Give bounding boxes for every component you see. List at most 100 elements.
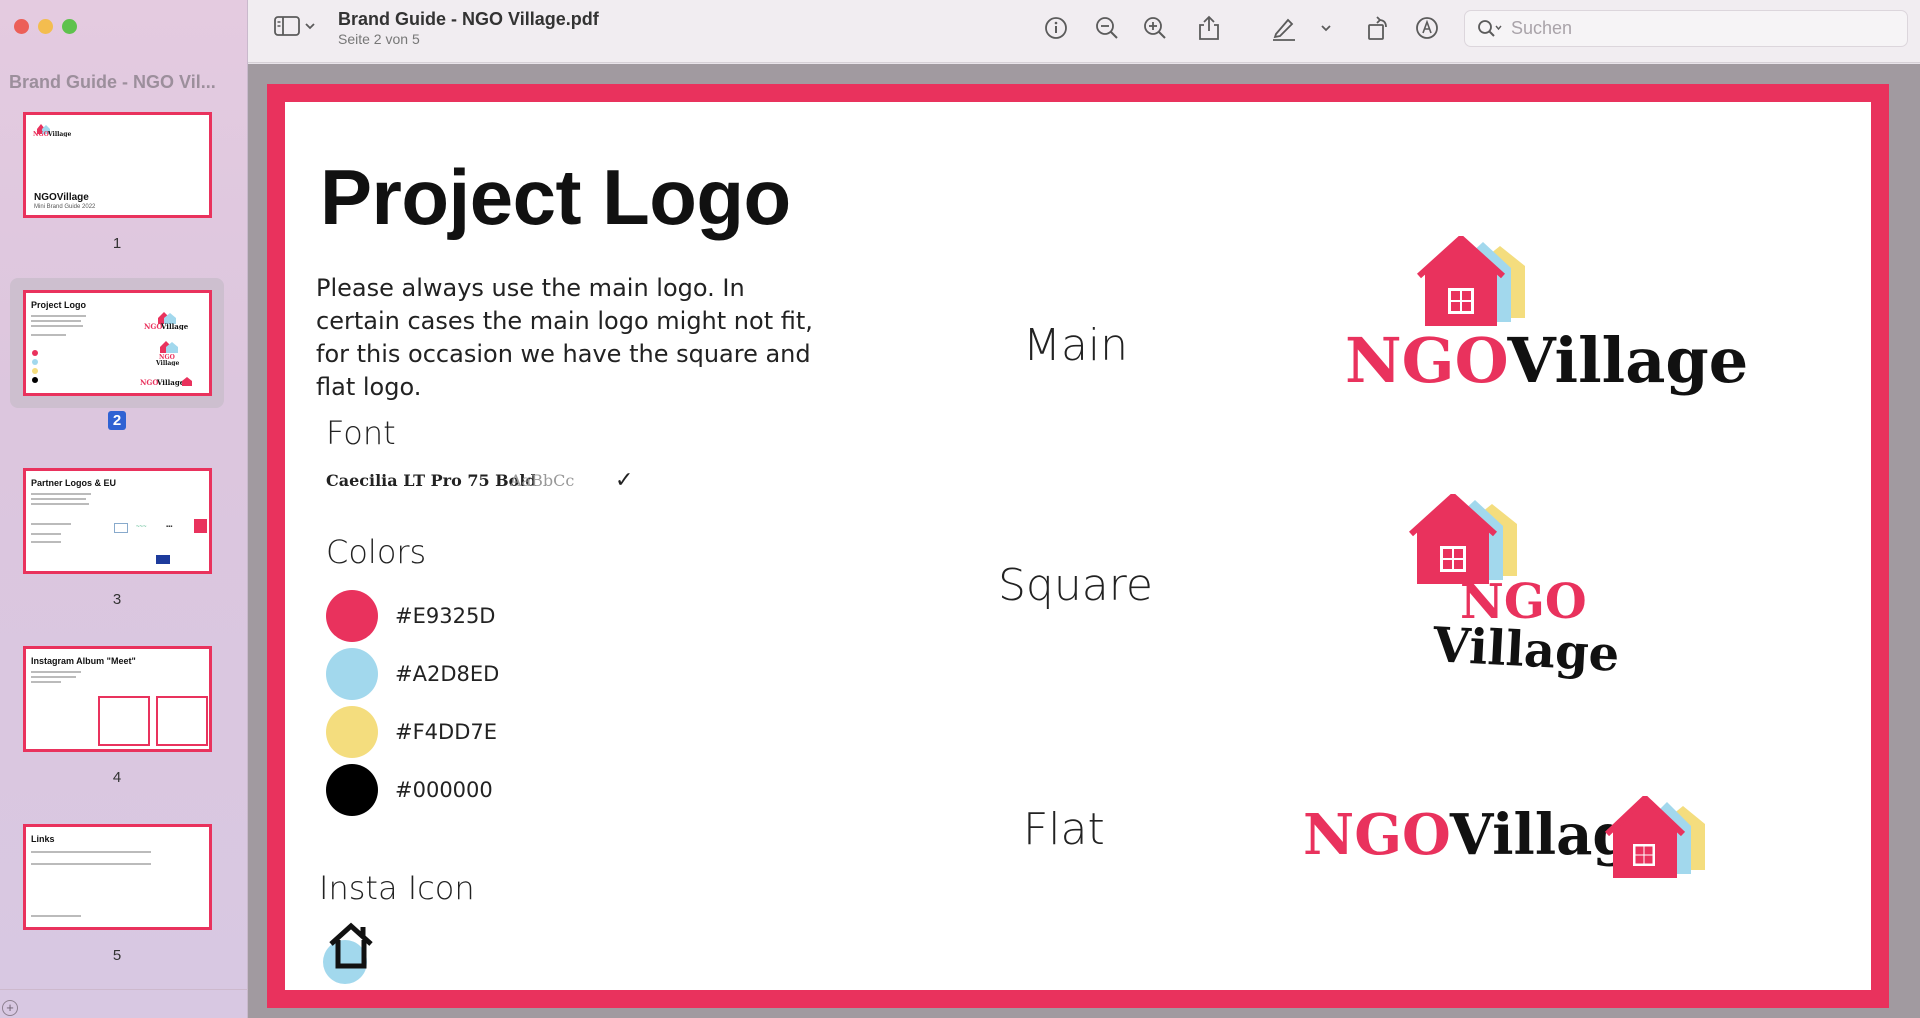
document-title: Brand Guide - NGO Village.pdf [338, 9, 599, 29]
thumb-heading: Instagram Album "Meet" [31, 656, 136, 666]
font-name: Caecilia LT Pro 75 Bold [326, 471, 537, 490]
color-hex-label: #000000 [395, 778, 493, 802]
font-sample: AaBbCc [510, 471, 575, 490]
thumb-text-line [31, 320, 81, 322]
markup-options-button[interactable] [1317, 14, 1335, 42]
thumb-text-line [31, 681, 61, 683]
zoom-out-button[interactable] [1093, 14, 1121, 42]
thumb-text-line [31, 334, 66, 336]
annotate-button[interactable] [1413, 14, 1441, 42]
color-hex-label: #E9325D [395, 604, 496, 628]
partner-logo-icon [114, 523, 128, 533]
markup-button[interactable] [1270, 14, 1298, 42]
page-number: 2 [10, 411, 224, 430]
info-icon [1045, 17, 1067, 39]
sidebar-icon [274, 16, 300, 36]
thumb-heading: Links [31, 834, 55, 844]
thumb-text-line [31, 676, 76, 678]
thumb-heading: NGOVillage [34, 192, 89, 203]
thumb-text-line [31, 325, 83, 327]
partner-logo-icon: ▪▪▪ [166, 524, 173, 530]
thumb-text-line [31, 523, 71, 525]
variant-label-main: Main [1023, 320, 1129, 371]
thumb-swatch [32, 368, 38, 374]
page-thumbnail-5[interactable]: Links 5 [10, 822, 224, 972]
thumb-subheading: Mini Brand Guide 2022 [34, 204, 96, 210]
thumbnail-sidebar: Brand Guide - NGO Vil... NGO Village NGO… [0, 0, 248, 1018]
page-indicator: Seite 2 von 5 [338, 31, 420, 47]
thumbnail-image: Project Logo NGO Village NGO Village NGO… [23, 290, 212, 396]
share-icon [1199, 15, 1219, 40]
logo-houses-icon [1605, 796, 1705, 878]
rotate-button[interactable] [1365, 14, 1393, 42]
example-preview-icon [156, 696, 208, 746]
thumbnail-image: NGO Village NGOVillage Mini Brand Guide … [23, 112, 212, 218]
eu-flag-icon [156, 555, 170, 564]
zoom-in-icon [1144, 17, 1166, 39]
thumb-text-line [31, 541, 61, 543]
page-number: 4 [112, 769, 122, 786]
logo-ngo-text: NGO [1303, 802, 1450, 868]
svg-text:NGO: NGO [33, 131, 49, 137]
page-thumbnail-1[interactable]: NGO Village NGOVillage Mini Brand Guide … [10, 110, 224, 260]
logo-icon: NGO Village [155, 341, 179, 366]
document-viewer[interactable]: Project Logo Please always use the main … [248, 64, 1920, 1018]
info-button[interactable] [1042, 14, 1070, 42]
toolbar: Brand Guide - NGO Village.pdf Seite 2 vo… [248, 0, 1920, 63]
page-number: 5 [112, 947, 122, 964]
colors-heading: Colors [326, 533, 427, 571]
thumb-swatch [32, 377, 38, 383]
search-input[interactable] [1511, 18, 1891, 39]
minimize-window-button[interactable] [38, 19, 53, 34]
page-number: 3 [112, 591, 122, 608]
search-field[interactable] [1464, 10, 1908, 47]
logo-village-text: Village [1431, 617, 1621, 683]
color-hex-label: #F4DD7E [395, 720, 498, 744]
color-swatch-blue [326, 648, 378, 700]
thumb-text-line [31, 493, 91, 495]
variant-label-flat: Flat [1023, 804, 1105, 855]
logo-ngo-text: NGO [1345, 324, 1508, 397]
thumb-text-line [31, 915, 81, 917]
zoom-out-icon [1096, 17, 1118, 39]
share-button[interactable] [1195, 14, 1223, 42]
sidebar-toggle-button[interactable] [274, 16, 315, 36]
thumb-heading: Project Logo [31, 300, 87, 310]
thumb-text-line [31, 315, 86, 317]
thumbnail-image: Partner Logos & EU ~~~ ▪▪▪ [23, 468, 212, 574]
logo-icon: NGO Village [140, 377, 192, 387]
zoom-window-button[interactable] [62, 19, 77, 34]
rotate-icon [1368, 16, 1387, 40]
zoom-in-button[interactable] [1141, 14, 1169, 42]
window-controls [14, 19, 77, 34]
insta-house-icon [323, 922, 373, 984]
page-thumbnail-4[interactable]: Instagram Album "Meet" 4 [10, 644, 224, 794]
square-logo-village: Village [1432, 617, 1621, 683]
thumbnail-image: Links [23, 824, 212, 930]
variant-label-square: Square [998, 560, 1153, 611]
main-logo-wordmark: NGOVillage [1345, 324, 1748, 397]
close-window-button[interactable] [14, 19, 29, 34]
page-thumbnail-3[interactable]: Partner Logos & EU ~~~ ▪▪▪ 3 [10, 466, 224, 616]
font-heading: Font [326, 414, 396, 452]
svg-text:NGO: NGO [144, 322, 162, 330]
thumb-text-line [31, 503, 89, 505]
thumb-swatch [32, 350, 38, 356]
color-swatch-red [326, 590, 378, 642]
logo-icon: NGO Village [144, 312, 189, 330]
thumb-text-line [31, 851, 151, 853]
thumb-text-line [31, 498, 86, 500]
page-thumbnail-2[interactable]: Project Logo NGO Village NGO Village NGO… [10, 278, 224, 430]
add-page-icon[interactable]: + [2, 1000, 18, 1016]
thumb-text-line [31, 533, 61, 535]
thumb-text-line [31, 671, 81, 673]
annotate-icon [1416, 17, 1438, 39]
page-heading: Project Logo [320, 153, 791, 241]
sidebar-title: Brand Guide - NGO Vil... [9, 72, 216, 92]
search-icon [1478, 19, 1502, 37]
color-swatch-yellow [326, 706, 378, 758]
svg-text:Village: Village [47, 131, 71, 137]
logo-icon: NGO Village [33, 124, 71, 137]
svg-text:Village: Village [156, 378, 185, 387]
partner-logo-icon [194, 519, 207, 533]
